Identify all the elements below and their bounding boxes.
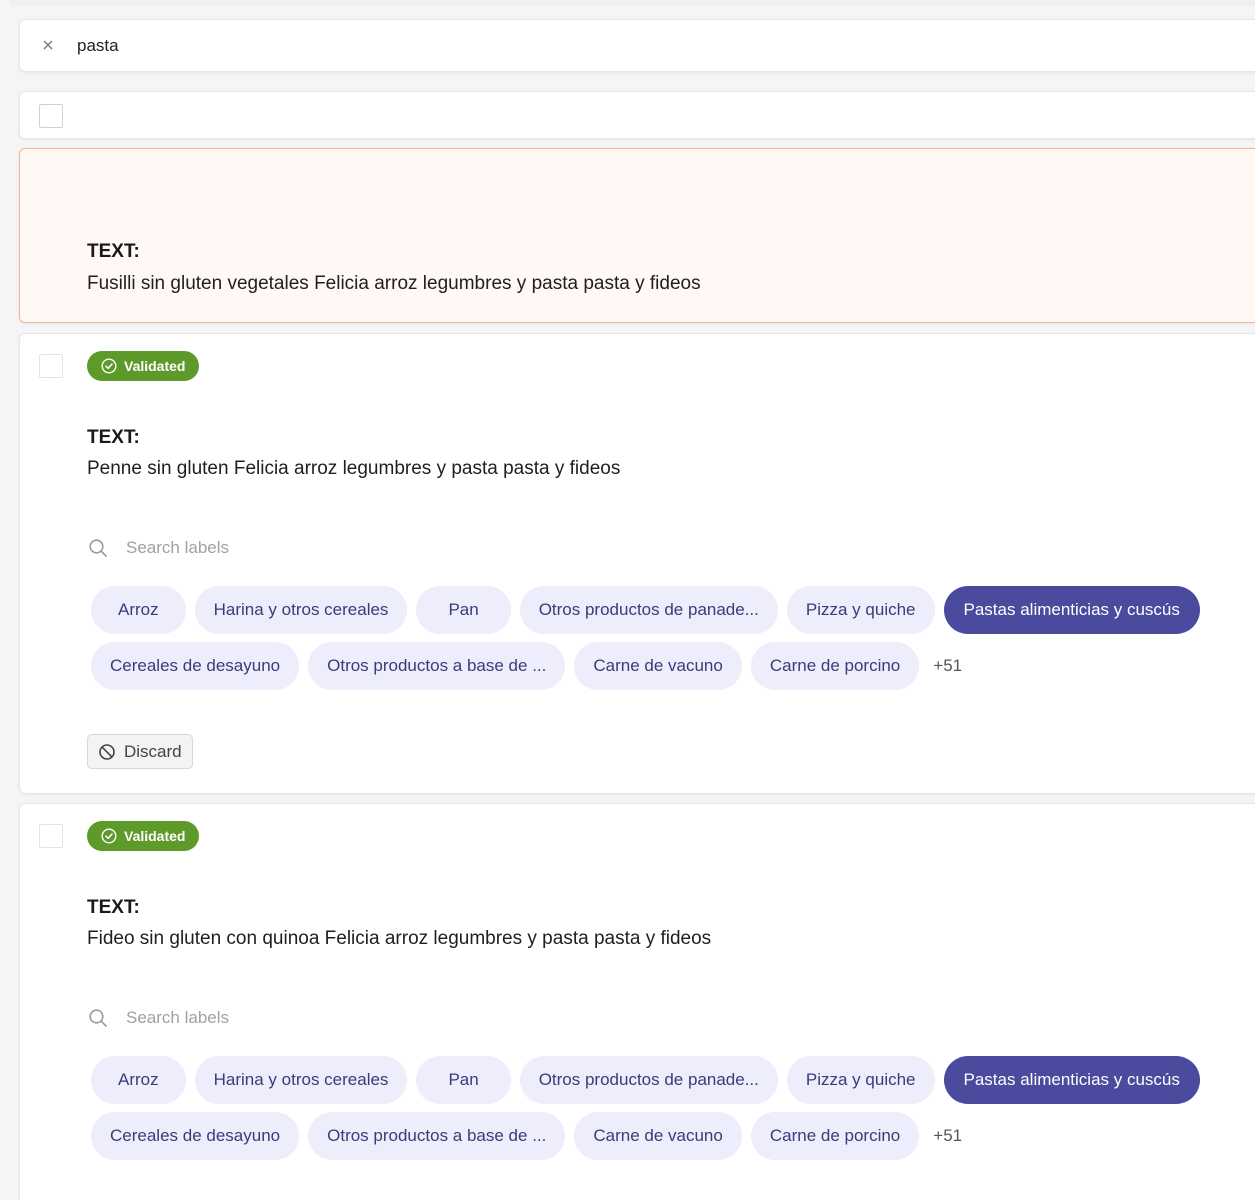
label-chip-row: Arroz Harina y otros cereales Pan Otros …: [91, 1056, 1200, 1104]
discard-label: Discard: [124, 741, 182, 761]
top-strip: [10, 0, 1255, 6]
label-chip-selected[interactable]: Pastas alimenticias y cuscús: [943, 1056, 1200, 1104]
label-chip[interactable]: Otros productos de panade...: [519, 1056, 778, 1104]
record-checkbox[interactable]: [39, 354, 63, 378]
record-card[interactable]: TEXT: Fusilli sin gluten vegetales Felic…: [19, 148, 1255, 323]
search-icon: [89, 539, 107, 557]
more-labels-count[interactable]: +51: [933, 656, 962, 676]
label-chip[interactable]: Arroz: [91, 1056, 186, 1104]
app-root: pasta TEXT: Fusilli sin gluten vegetales…: [0, 0, 1255, 1200]
label-chip[interactable]: Pizza y quiche: [786, 586, 935, 634]
label-chip-row: Arroz Harina y otros cereales Pan Otros …: [91, 586, 1200, 634]
label-chip[interactable]: Arroz: [91, 586, 186, 634]
label-chip[interactable]: Carne de vacuno: [574, 642, 742, 690]
label-chip[interactable]: Cereales de desayuno: [91, 642, 300, 690]
label-chip[interactable]: Otros productos a base de ...: [308, 642, 566, 690]
record-checkbox[interactable]: [39, 824, 63, 848]
label-chip[interactable]: Otros productos de panade...: [519, 586, 778, 634]
label-chip[interactable]: Otros productos a base de ...: [308, 1112, 566, 1160]
select-all-checkbox[interactable]: [39, 104, 63, 128]
label-chip[interactable]: Carne de vacuno: [574, 1112, 742, 1160]
label-chip[interactable]: Carne de porcino: [750, 1112, 920, 1160]
label-chip[interactable]: Harina y otros cereales: [194, 1056, 408, 1104]
check-circle-icon: [101, 358, 117, 374]
label-chip[interactable]: Pan: [416, 1056, 511, 1104]
status-text: Validated: [124, 828, 186, 844]
record-card: Validated TEXT: Fideo sin gluten con qui…: [19, 803, 1255, 1200]
text-label: TEXT:: [87, 241, 140, 262]
label-chip-selected[interactable]: Pastas alimenticias y cuscús: [943, 586, 1200, 634]
status-text: Validated: [124, 358, 186, 374]
text-label: TEXT:: [87, 427, 140, 448]
label-chip[interactable]: Pan: [416, 586, 511, 634]
label-chip[interactable]: Carne de porcino: [750, 642, 920, 690]
search-query[interactable]: pasta: [77, 36, 119, 56]
close-icon[interactable]: [40, 37, 56, 53]
ban-icon: [99, 743, 115, 760]
check-circle-icon: [101, 828, 117, 844]
search-labels-input[interactable]: Search labels: [126, 538, 229, 558]
label-search[interactable]: Search labels: [88, 1008, 229, 1028]
status-badge: Validated: [87, 821, 200, 851]
record-text: Fideo sin gluten con quinoa Felicia arro…: [87, 928, 712, 949]
search-bar: pasta: [19, 19, 1255, 72]
select-all-bar: [19, 91, 1255, 139]
search-labels-input[interactable]: Search labels: [126, 1008, 229, 1028]
search-icon: [89, 1009, 107, 1027]
record-text: Penne sin gluten Felicia arroz legumbres…: [87, 458, 621, 479]
label-search[interactable]: Search labels: [88, 538, 229, 558]
label-chip[interactable]: Harina y otros cereales: [194, 586, 408, 634]
label-chip[interactable]: Pizza y quiche: [786, 1056, 935, 1104]
more-labels-count[interactable]: +51: [933, 1126, 962, 1146]
record-card: Validated TEXT: Penne sin gluten Felicia…: [19, 333, 1255, 794]
label-chip-row: Cereales de desayuno Otros productos a b…: [91, 1112, 962, 1160]
label-chip[interactable]: Cereales de desayuno: [91, 1112, 300, 1160]
discard-button[interactable]: Discard: [87, 734, 193, 769]
text-label: TEXT:: [87, 897, 140, 918]
record-text: Fusilli sin gluten vegetales Felicia arr…: [87, 273, 701, 294]
label-chip-row: Cereales de desayuno Otros productos a b…: [91, 642, 962, 690]
status-badge: Validated: [87, 351, 200, 381]
